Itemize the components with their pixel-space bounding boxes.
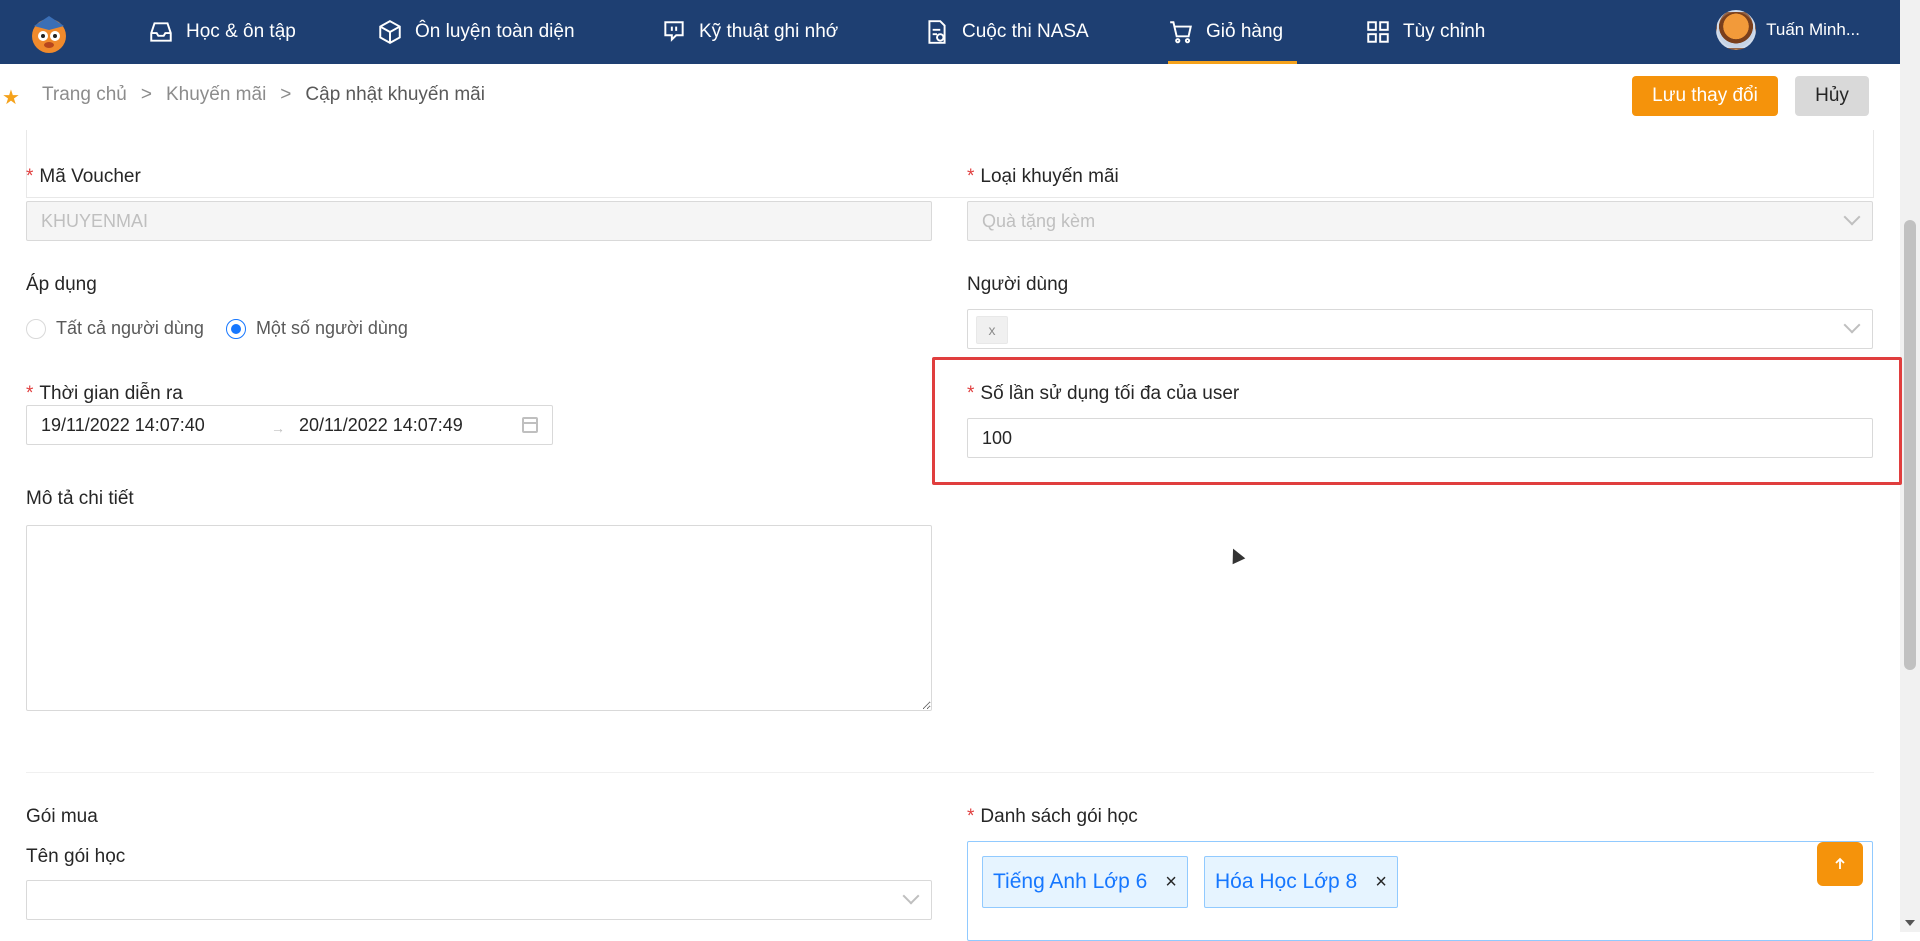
document-check-icon bbox=[928, 20, 946, 44]
app-logo[interactable] bbox=[26, 12, 72, 54]
nav-item-label: Cuộc thi NASA bbox=[962, 21, 1089, 42]
max-uses-label: * Số lần sử dụng tối đa của user bbox=[967, 383, 1240, 404]
scroll-to-top-button[interactable] bbox=[1817, 842, 1863, 886]
chat-icon bbox=[664, 21, 684, 42]
required-mark: * bbox=[967, 166, 975, 187]
save-changes-button[interactable]: Lưu thay đổi bbox=[1632, 76, 1778, 116]
calendar-icon[interactable] bbox=[522, 417, 538, 433]
nav-item-on-luyen[interactable]: Ôn luyện toàn diện bbox=[377, 0, 575, 64]
package-name-select[interactable] bbox=[26, 880, 932, 920]
radio-circle-checked[interactable] bbox=[225, 318, 246, 339]
users-select[interactable]: x bbox=[967, 309, 1873, 349]
grid-icon bbox=[1367, 21, 1389, 43]
apply-radio-group: Tất cả người dùng Một số người dùng bbox=[26, 318, 408, 339]
breadcrumb-separator: > bbox=[140, 84, 152, 105]
radio-some-users[interactable]: Một số người dùng bbox=[225, 318, 408, 339]
radio-circle[interactable] bbox=[26, 318, 46, 339]
period-label: * Thời gian diễn ra bbox=[26, 383, 183, 404]
cancel-button[interactable]: Hủy bbox=[1795, 76, 1869, 116]
close-icon[interactable]: × bbox=[1375, 871, 1387, 894]
chevron-down-icon bbox=[1843, 316, 1861, 334]
nav-item-label: Học & ôn tập bbox=[186, 21, 296, 42]
user-tag-remove[interactable]: x bbox=[976, 316, 1008, 344]
apply-label: Áp dụng bbox=[26, 274, 97, 295]
chevron-down-icon bbox=[902, 887, 920, 905]
required-mark: * bbox=[26, 383, 34, 404]
mouse-cursor-icon bbox=[1226, 545, 1246, 565]
scroll-down-arrow-icon[interactable] bbox=[1905, 920, 1915, 926]
inbox-icon bbox=[150, 22, 172, 42]
avatar bbox=[1716, 10, 1757, 50]
close-icon[interactable]: × bbox=[1165, 871, 1177, 894]
chevron-down-icon bbox=[1843, 208, 1861, 226]
package-tag: Hóa Học Lớp 8 × bbox=[1204, 856, 1398, 908]
user-name: Tuấn Minh... bbox=[1766, 20, 1860, 39]
box-icon bbox=[379, 20, 401, 44]
cart-icon bbox=[1170, 21, 1192, 44]
header-panel-border bbox=[26, 130, 1874, 198]
date-range-picker[interactable]: 19/11/2022 14:07:40 → 20/11/2022 14:07:4… bbox=[26, 405, 553, 445]
users-label: Người dùng bbox=[967, 274, 1069, 295]
main-content: ★ Trang chủ > Khuyến mãi > Cập nhật khuy… bbox=[0, 64, 1902, 941]
package-list-label: * Danh sách gói học bbox=[967, 806, 1138, 827]
page-scrollbar[interactable] bbox=[1900, 0, 1920, 932]
scrollbar-thumb[interactable] bbox=[1904, 220, 1916, 670]
end-date[interactable]: 20/11/2022 14:07:49 bbox=[299, 415, 463, 436]
start-date[interactable]: 19/11/2022 14:07:40 bbox=[41, 415, 205, 436]
user-menu[interactable]: Tuấn Minh... bbox=[1716, 10, 1860, 50]
nav-item-label: Ôn luyện toàn diện bbox=[415, 21, 575, 42]
nav-item-label: Tùy chỉnh bbox=[1403, 21, 1486, 42]
required-mark: * bbox=[26, 166, 34, 187]
breadcrumb-current: Cập nhật khuyến mãi bbox=[305, 84, 485, 105]
package-list-select[interactable]: Tiếng Anh Lớp 6 × Hóa Học Lớp 8 × bbox=[967, 841, 1873, 941]
section-divider bbox=[26, 772, 1874, 773]
description-label: Mô tả chi tiết bbox=[26, 488, 134, 509]
arrow-up-icon bbox=[1835, 857, 1845, 869]
voucher-label: * Mã Voucher bbox=[26, 166, 141, 187]
nav-item-cuoc-thi[interactable]: Cuộc thi NASA bbox=[924, 0, 1089, 64]
breadcrumb: ★ Trang chủ > Khuyến mãi > Cập nhật khuy… bbox=[2, 84, 485, 109]
top-navbar: Học & ôn tập Ôn luyện toàn diện Kỹ thuật… bbox=[0, 0, 1900, 64]
nav-item-ky-thuat[interactable]: Kỹ thuật ghi nhớ bbox=[661, 0, 838, 64]
nav-item-label: Kỹ thuật ghi nhớ bbox=[699, 21, 839, 42]
package-name-label: Tên gói học bbox=[26, 846, 126, 867]
purchase-label: Gói mua bbox=[26, 806, 98, 827]
nav-item-hoc-on-tap[interactable]: Học & ôn tập bbox=[148, 0, 296, 64]
date-separator-icon: → bbox=[271, 420, 285, 436]
breadcrumb-separator: > bbox=[280, 84, 292, 105]
voucher-code-input[interactable]: KHUYENMAI bbox=[26, 201, 932, 241]
promo-type-select[interactable]: Quà tặng kèm bbox=[967, 201, 1873, 241]
breadcrumb-home[interactable]: Trang chủ bbox=[42, 84, 127, 106]
nav-item-label: Giỏ hàng bbox=[1206, 21, 1284, 42]
required-mark: * bbox=[967, 806, 975, 827]
nav-item-tuy-chinh[interactable]: Tùy chỉnh bbox=[1365, 0, 1485, 64]
max-uses-input[interactable]: 100 bbox=[967, 418, 1873, 458]
required-mark: * bbox=[967, 383, 975, 404]
radio-all-users[interactable]: Tất cả người dùng bbox=[26, 318, 204, 339]
package-tag: Tiếng Anh Lớp 6 × bbox=[982, 856, 1188, 908]
breadcrumb-promotions[interactable]: Khuyến mãi bbox=[166, 84, 266, 106]
nav-item-gio-hang[interactable]: Giỏ hàng bbox=[1168, 0, 1298, 64]
promo-type-label: * Loại khuyến mãi bbox=[967, 166, 1119, 187]
description-textarea[interactable] bbox=[26, 525, 932, 711]
star-icon: ★ bbox=[2, 87, 20, 109]
